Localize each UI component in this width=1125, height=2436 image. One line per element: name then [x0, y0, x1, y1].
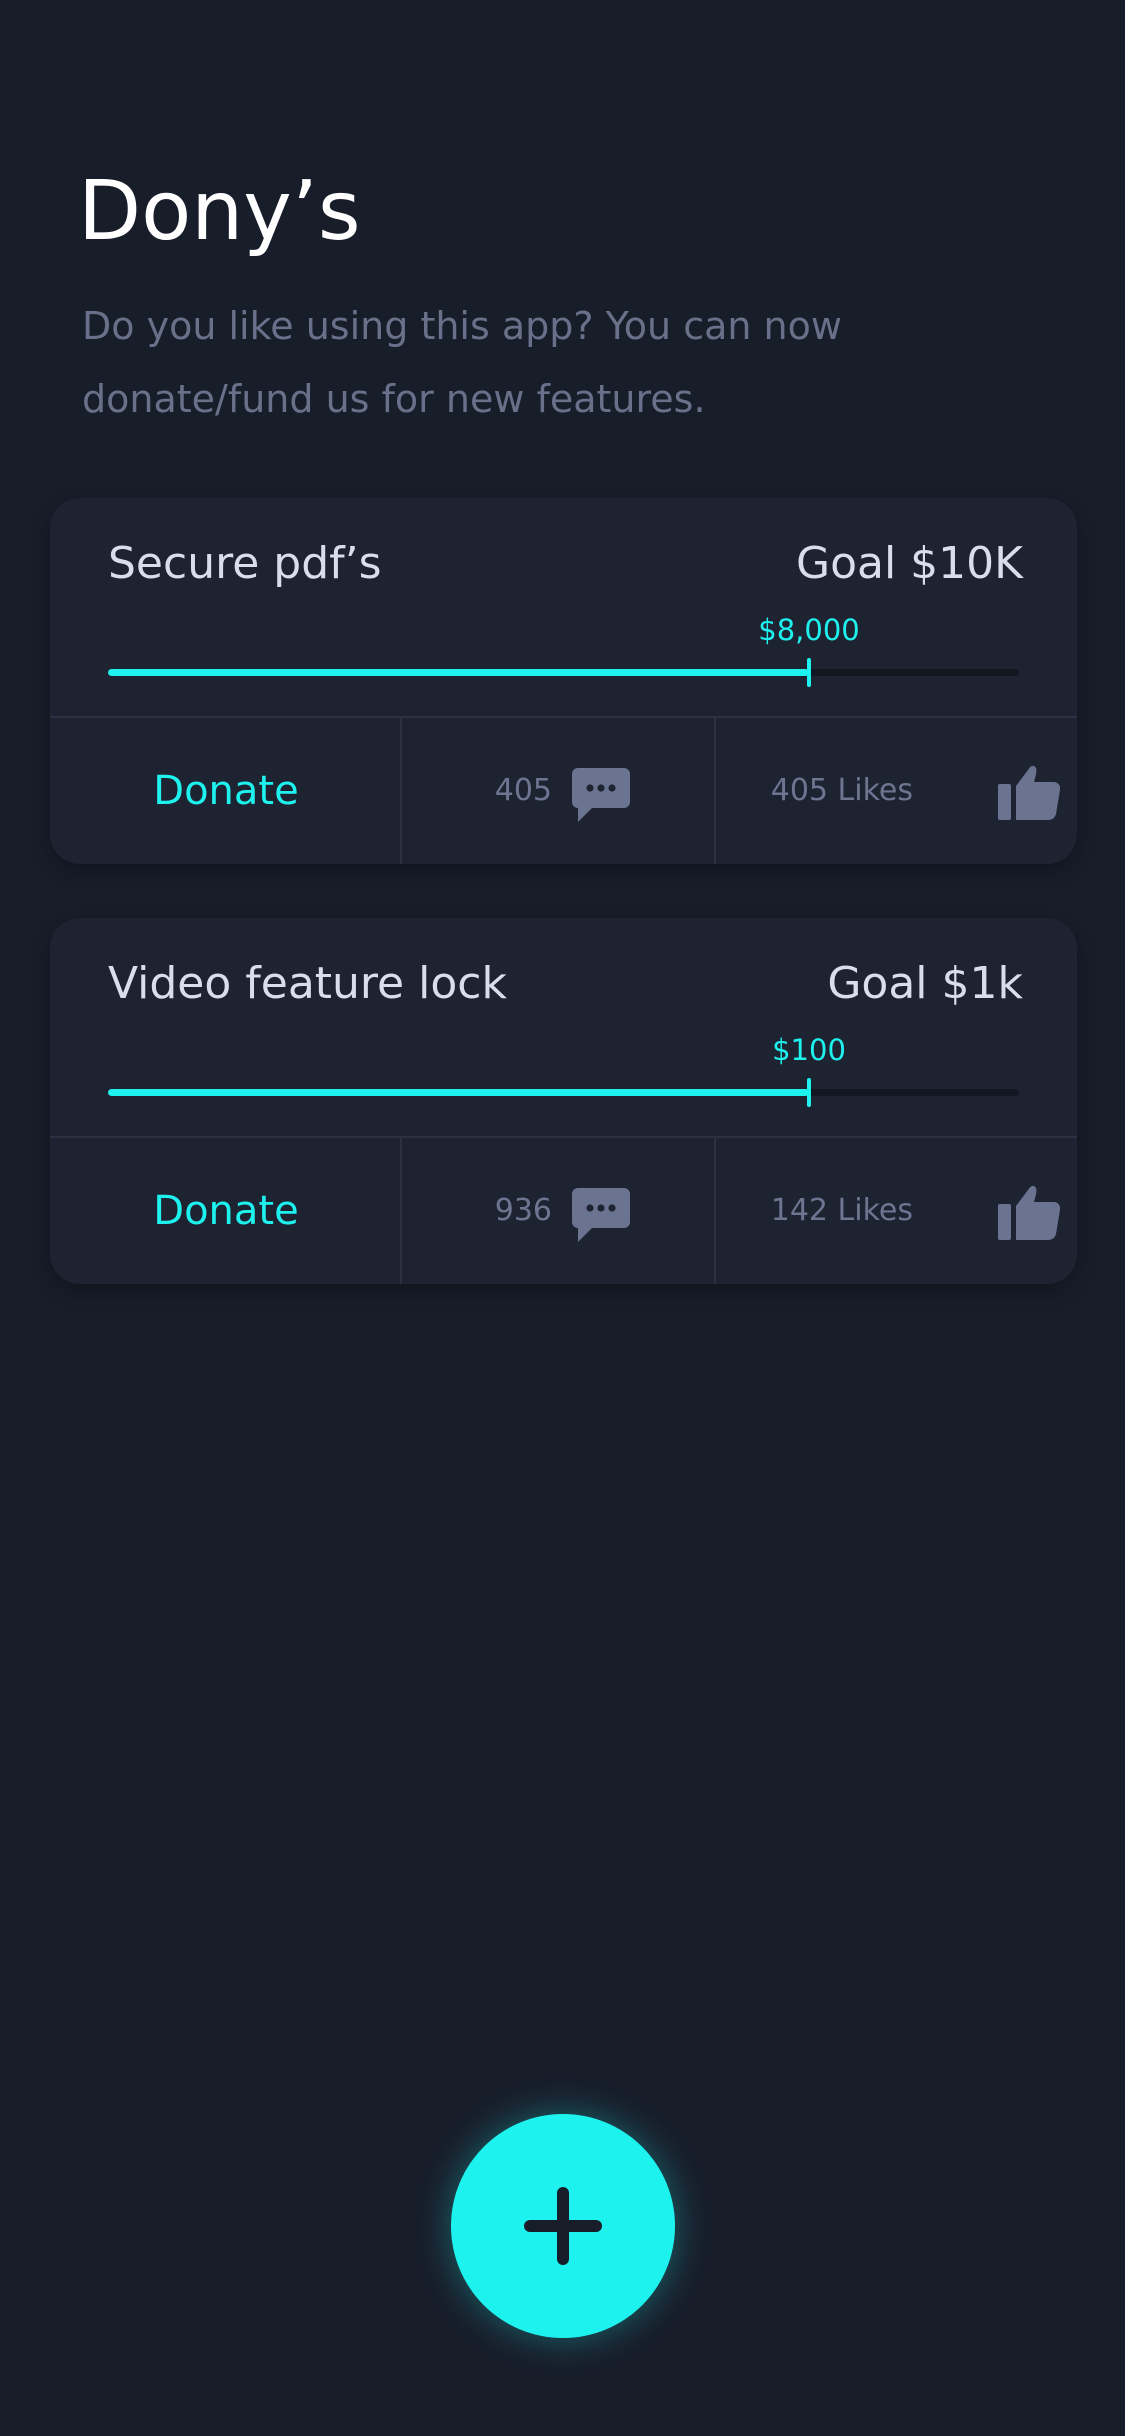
- thumbs-up-icon: [998, 1185, 1060, 1240]
- feature-name: Video feature lock: [108, 958, 507, 1009]
- feature-goal: Goal $10K: [795, 538, 1023, 589]
- feature-card-header: Video feature lock Goal $1k $100: [50, 918, 1077, 1136]
- comments-button[interactable]: 405: [402, 718, 716, 864]
- likes-count: 142 Likes: [770, 1193, 913, 1228]
- comment-count: 405: [494, 773, 552, 808]
- progress-marker: [807, 1078, 811, 1107]
- feature-card: Video feature lock Goal $1k $100 Donate …: [50, 918, 1077, 1284]
- feature-card-actions: Donate 405 405 Likes: [50, 716, 1077, 864]
- progress-bar: [108, 1078, 1019, 1107]
- donations-screen: Dony’s Do you like using this app? You c…: [0, 0, 1125, 2436]
- add-feature-button[interactable]: [451, 2114, 675, 2338]
- donate-label: Donate: [153, 1188, 299, 1234]
- comment-count: 936: [494, 1193, 552, 1228]
- page-title: Dony’s: [78, 164, 361, 259]
- donate-label: Donate: [153, 768, 299, 814]
- likes-count: 405 Likes: [770, 773, 913, 808]
- feature-card: Secure pdf’s Goal $10K $8,000 Donate 405: [50, 498, 1077, 864]
- raised-amount: $8,000: [758, 613, 860, 647]
- page-subtitle: Do you like using this app? You can now …: [82, 304, 842, 421]
- feature-card-actions: Donate 936 142 Likes: [50, 1136, 1077, 1284]
- plus-icon: [524, 2187, 602, 2265]
- thumbs-up-icon: [998, 765, 1060, 820]
- comment-icon: [572, 1188, 630, 1242]
- feature-name: Secure pdf’s: [108, 538, 382, 589]
- raised-amount: $100: [772, 1033, 846, 1067]
- like-button[interactable]: 142 Likes: [716, 1138, 1077, 1284]
- feature-card-header: Secure pdf’s Goal $10K $8,000: [50, 498, 1077, 716]
- like-button[interactable]: 405 Likes: [716, 718, 1077, 864]
- progress-bar: [108, 658, 1019, 687]
- donate-button[interactable]: Donate: [50, 1138, 402, 1284]
- donate-button[interactable]: Donate: [50, 718, 402, 864]
- progress-fill: [108, 1089, 809, 1096]
- progress-fill: [108, 669, 809, 676]
- comment-icon: [572, 768, 630, 822]
- comments-button[interactable]: 936: [402, 1138, 716, 1284]
- feature-goal: Goal $1k: [827, 958, 1023, 1009]
- progress-marker: [807, 658, 811, 687]
